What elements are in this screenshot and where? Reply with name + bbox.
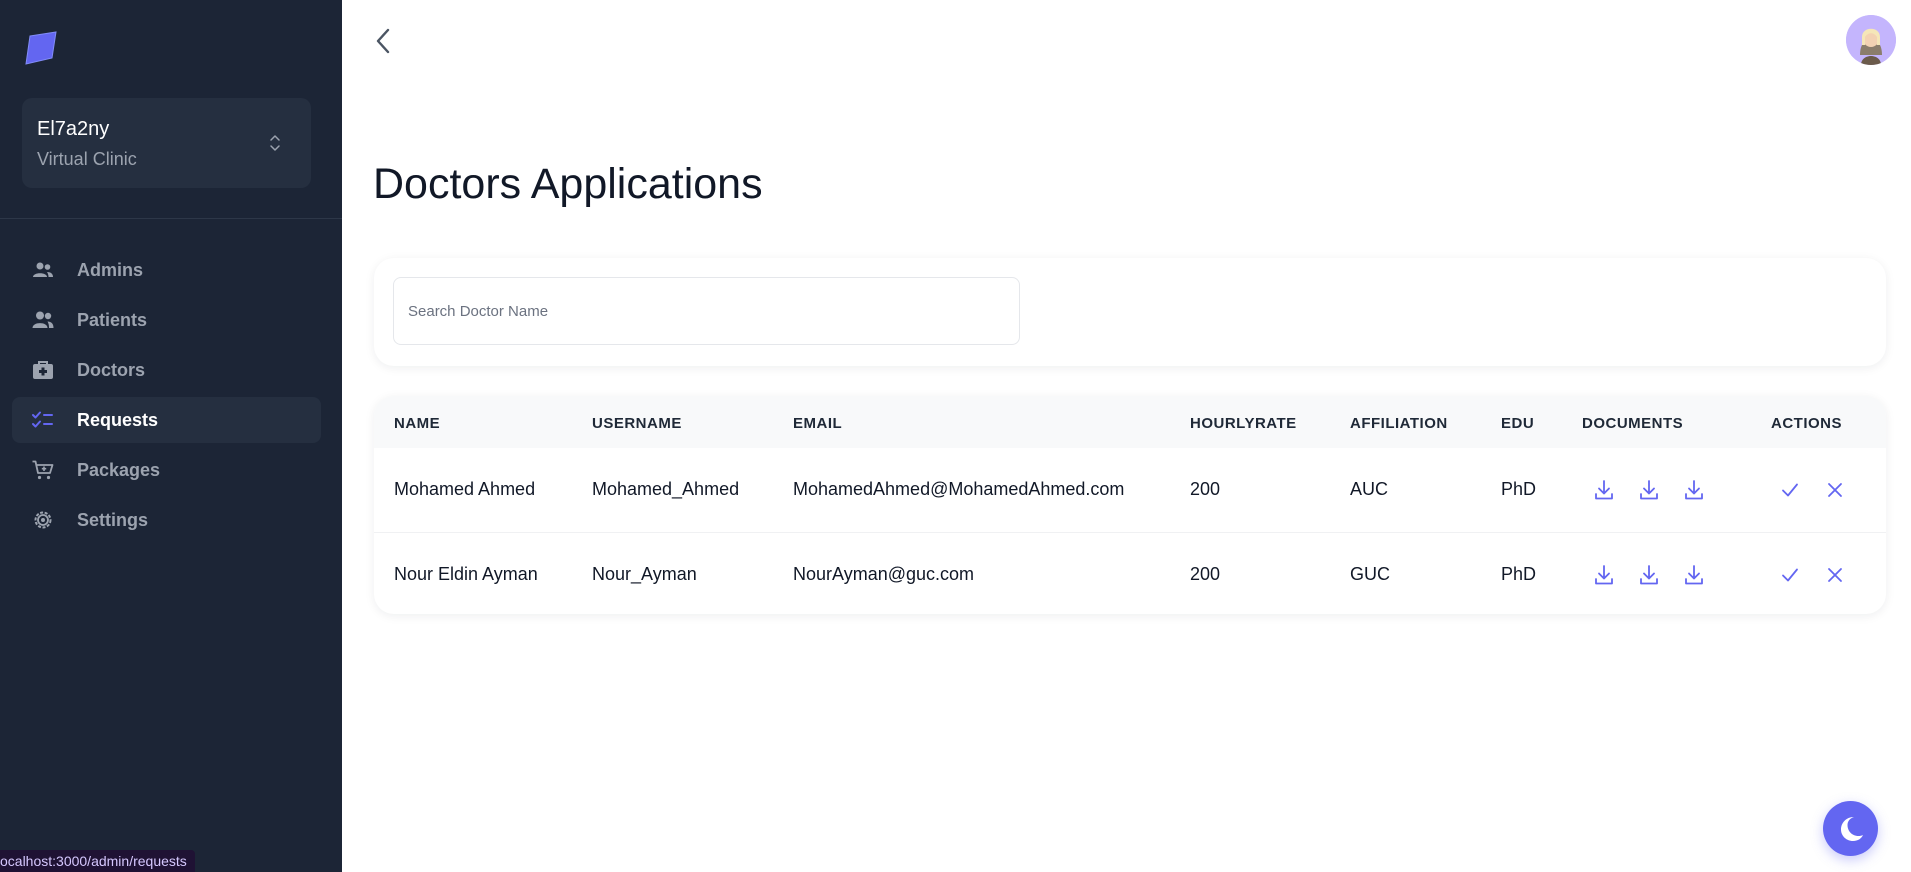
settings-icon bbox=[34, 511, 52, 529]
column-header-hourlyrate: HOURLYRATE bbox=[1190, 415, 1297, 432]
reject-x-icon[interactable] bbox=[1823, 563, 1847, 587]
avatar-icon bbox=[1846, 15, 1896, 65]
table-row: Mohamed Ahmed Mohamed_Ahmed MohamedAhmed… bbox=[374, 448, 1886, 533]
download-icon[interactable] bbox=[1682, 478, 1706, 502]
workspace-switcher[interactable]: El7a2ny Virtual Clinic bbox=[22, 98, 311, 188]
cell-hourly-rate: 200 bbox=[1190, 564, 1221, 584]
cell-edu: PhD bbox=[1501, 479, 1537, 499]
table-header: NAME USERNAME EMAIL HOURLYRATE AFFILIATI… bbox=[374, 396, 1886, 448]
sidebar-item-requests[interactable]: Requests bbox=[12, 397, 321, 443]
column-header-name: NAME bbox=[394, 415, 441, 432]
cell-name: Mohamed Ahmed bbox=[394, 479, 536, 499]
cell-hourly-rate: 200 bbox=[1190, 479, 1221, 499]
user-avatar[interactable] bbox=[1846, 15, 1896, 65]
logo-icon[interactable] bbox=[20, 28, 62, 70]
sidebar-item-admins[interactable]: Admins bbox=[12, 247, 321, 293]
column-header-affiliation: AFFILIATION bbox=[1350, 415, 1448, 432]
cell-affiliation: GUC bbox=[1350, 564, 1390, 584]
sidebar-nav: Admins Patients Doctors Requests Package… bbox=[12, 247, 321, 547]
sidebar-item-packages[interactable]: Packages bbox=[12, 447, 321, 493]
requests-icon bbox=[32, 411, 53, 428]
cell-email: NourAyman@guc.com bbox=[793, 564, 975, 584]
sidebar-item-doctors[interactable]: Doctors bbox=[12, 347, 321, 393]
sidebar-item-label: Packages bbox=[77, 460, 161, 480]
doctors-applications-table: NAME USERNAME EMAIL HOURLYRATE AFFILIATI… bbox=[374, 396, 1886, 614]
download-icon[interactable] bbox=[1592, 563, 1616, 587]
cell-edu: PhD bbox=[1501, 564, 1537, 584]
chevron-up-down-icon bbox=[270, 135, 280, 151]
download-icon[interactable] bbox=[1592, 478, 1616, 502]
sidebar-item-settings[interactable]: Settings bbox=[12, 497, 321, 543]
sidebar-item-label: Requests bbox=[77, 410, 159, 430]
download-icon[interactable] bbox=[1682, 563, 1706, 587]
moon-icon bbox=[1841, 817, 1863, 841]
cell-email: MohamedAhmed@MohamedAhmed.com bbox=[793, 479, 1125, 499]
patients-icon bbox=[32, 311, 54, 328]
column-header-username: USERNAME bbox=[592, 415, 682, 432]
workspace-name: El7a2ny bbox=[37, 118, 110, 140]
cell-username: Mohamed_Ahmed bbox=[592, 479, 740, 499]
download-icon[interactable] bbox=[1637, 563, 1661, 587]
cell-username: Nour_Ayman bbox=[592, 564, 697, 584]
sidebar-item-label: Admins bbox=[77, 260, 144, 280]
accept-check-icon[interactable] bbox=[1778, 563, 1802, 587]
cell-name: Nour Eldin Ayman bbox=[394, 564, 538, 584]
column-header-edu: EDU bbox=[1501, 415, 1535, 432]
search-input[interactable] bbox=[394, 278, 1019, 344]
search-card bbox=[374, 258, 1886, 366]
column-header-email: EMAIL bbox=[793, 415, 843, 432]
sidebar-divider bbox=[0, 218, 342, 219]
doctors-icon bbox=[33, 361, 53, 379]
sidebar-item-label: Doctors bbox=[77, 360, 146, 380]
reject-x-icon[interactable] bbox=[1823, 478, 1847, 502]
cell-affiliation: AUC bbox=[1350, 479, 1389, 499]
page-title: Doctors Applications bbox=[373, 160, 763, 208]
table-row: Nour Eldin Ayman Nour_Ayman NourAyman@gu… bbox=[374, 533, 1886, 614]
sidebar-item-label: Settings bbox=[77, 510, 149, 530]
column-header-actions: ACTIONS bbox=[1771, 415, 1842, 432]
admins-icon bbox=[33, 262, 53, 277]
sidebar-item-label: Patients bbox=[77, 310, 148, 330]
workspace-subtitle: Virtual Clinic bbox=[37, 149, 137, 169]
accept-check-icon[interactable] bbox=[1778, 478, 1802, 502]
sidebar-item-patients[interactable]: Patients bbox=[12, 297, 321, 343]
sidebar: El7a2ny Virtual Clinic Admins Patients D… bbox=[0, 0, 342, 872]
status-bar-url: ocalhost:3000/admin/requests bbox=[0, 850, 195, 872]
back-arrow-icon[interactable] bbox=[372, 24, 396, 58]
theme-toggle-button[interactable] bbox=[1823, 801, 1878, 856]
download-icon[interactable] bbox=[1637, 478, 1661, 502]
search-field[interactable] bbox=[393, 277, 1020, 345]
packages-icon bbox=[32, 460, 54, 480]
column-header-documents: DOCUMENTS bbox=[1582, 415, 1684, 432]
